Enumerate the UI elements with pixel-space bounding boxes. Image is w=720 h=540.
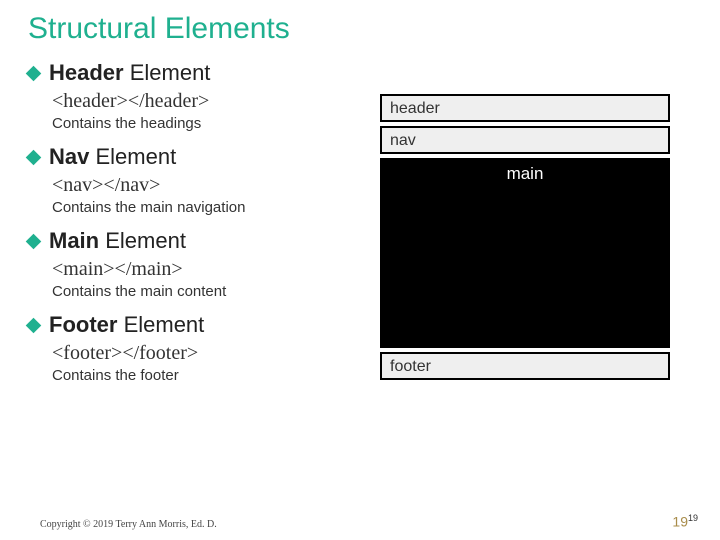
- bullet-strong: Header: [49, 60, 124, 85]
- diagram-footer-box: footer: [380, 352, 670, 380]
- bullet-rest: Element: [117, 312, 204, 337]
- page-number-big: 19: [672, 514, 688, 530]
- diagram-nav-box: nav: [380, 126, 670, 154]
- bullet-strong: Main: [49, 228, 99, 253]
- bullet-label: Nav Element: [49, 144, 176, 170]
- copyright-text: Copyright © 2019 Terry Ann Morris, Ed. D…: [40, 519, 217, 530]
- diamond-icon: [26, 149, 42, 165]
- bullet-label: Main Element: [49, 228, 186, 254]
- bullet-strong: Footer: [49, 312, 117, 337]
- page-number: 1919: [672, 513, 698, 530]
- bullet-header: Header Element: [28, 60, 692, 86]
- diagram-main-box: main: [380, 158, 670, 348]
- diamond-icon: [26, 317, 42, 333]
- bullet-strong: Nav: [49, 144, 89, 169]
- diagram-header-box: header: [380, 94, 670, 122]
- bullet-rest: Element: [89, 144, 176, 169]
- slide-title: Structural Elements: [28, 12, 692, 46]
- bullet-label: Header Element: [49, 60, 210, 86]
- page-number-small: 19: [688, 513, 698, 523]
- structure-diagram: header nav main footer: [380, 94, 670, 384]
- bullet-rest: Element: [99, 228, 186, 253]
- bullet-rest: Element: [124, 60, 211, 85]
- bullet-label: Footer Element: [49, 312, 204, 338]
- diamond-icon: [26, 65, 42, 81]
- diamond-icon: [26, 233, 42, 249]
